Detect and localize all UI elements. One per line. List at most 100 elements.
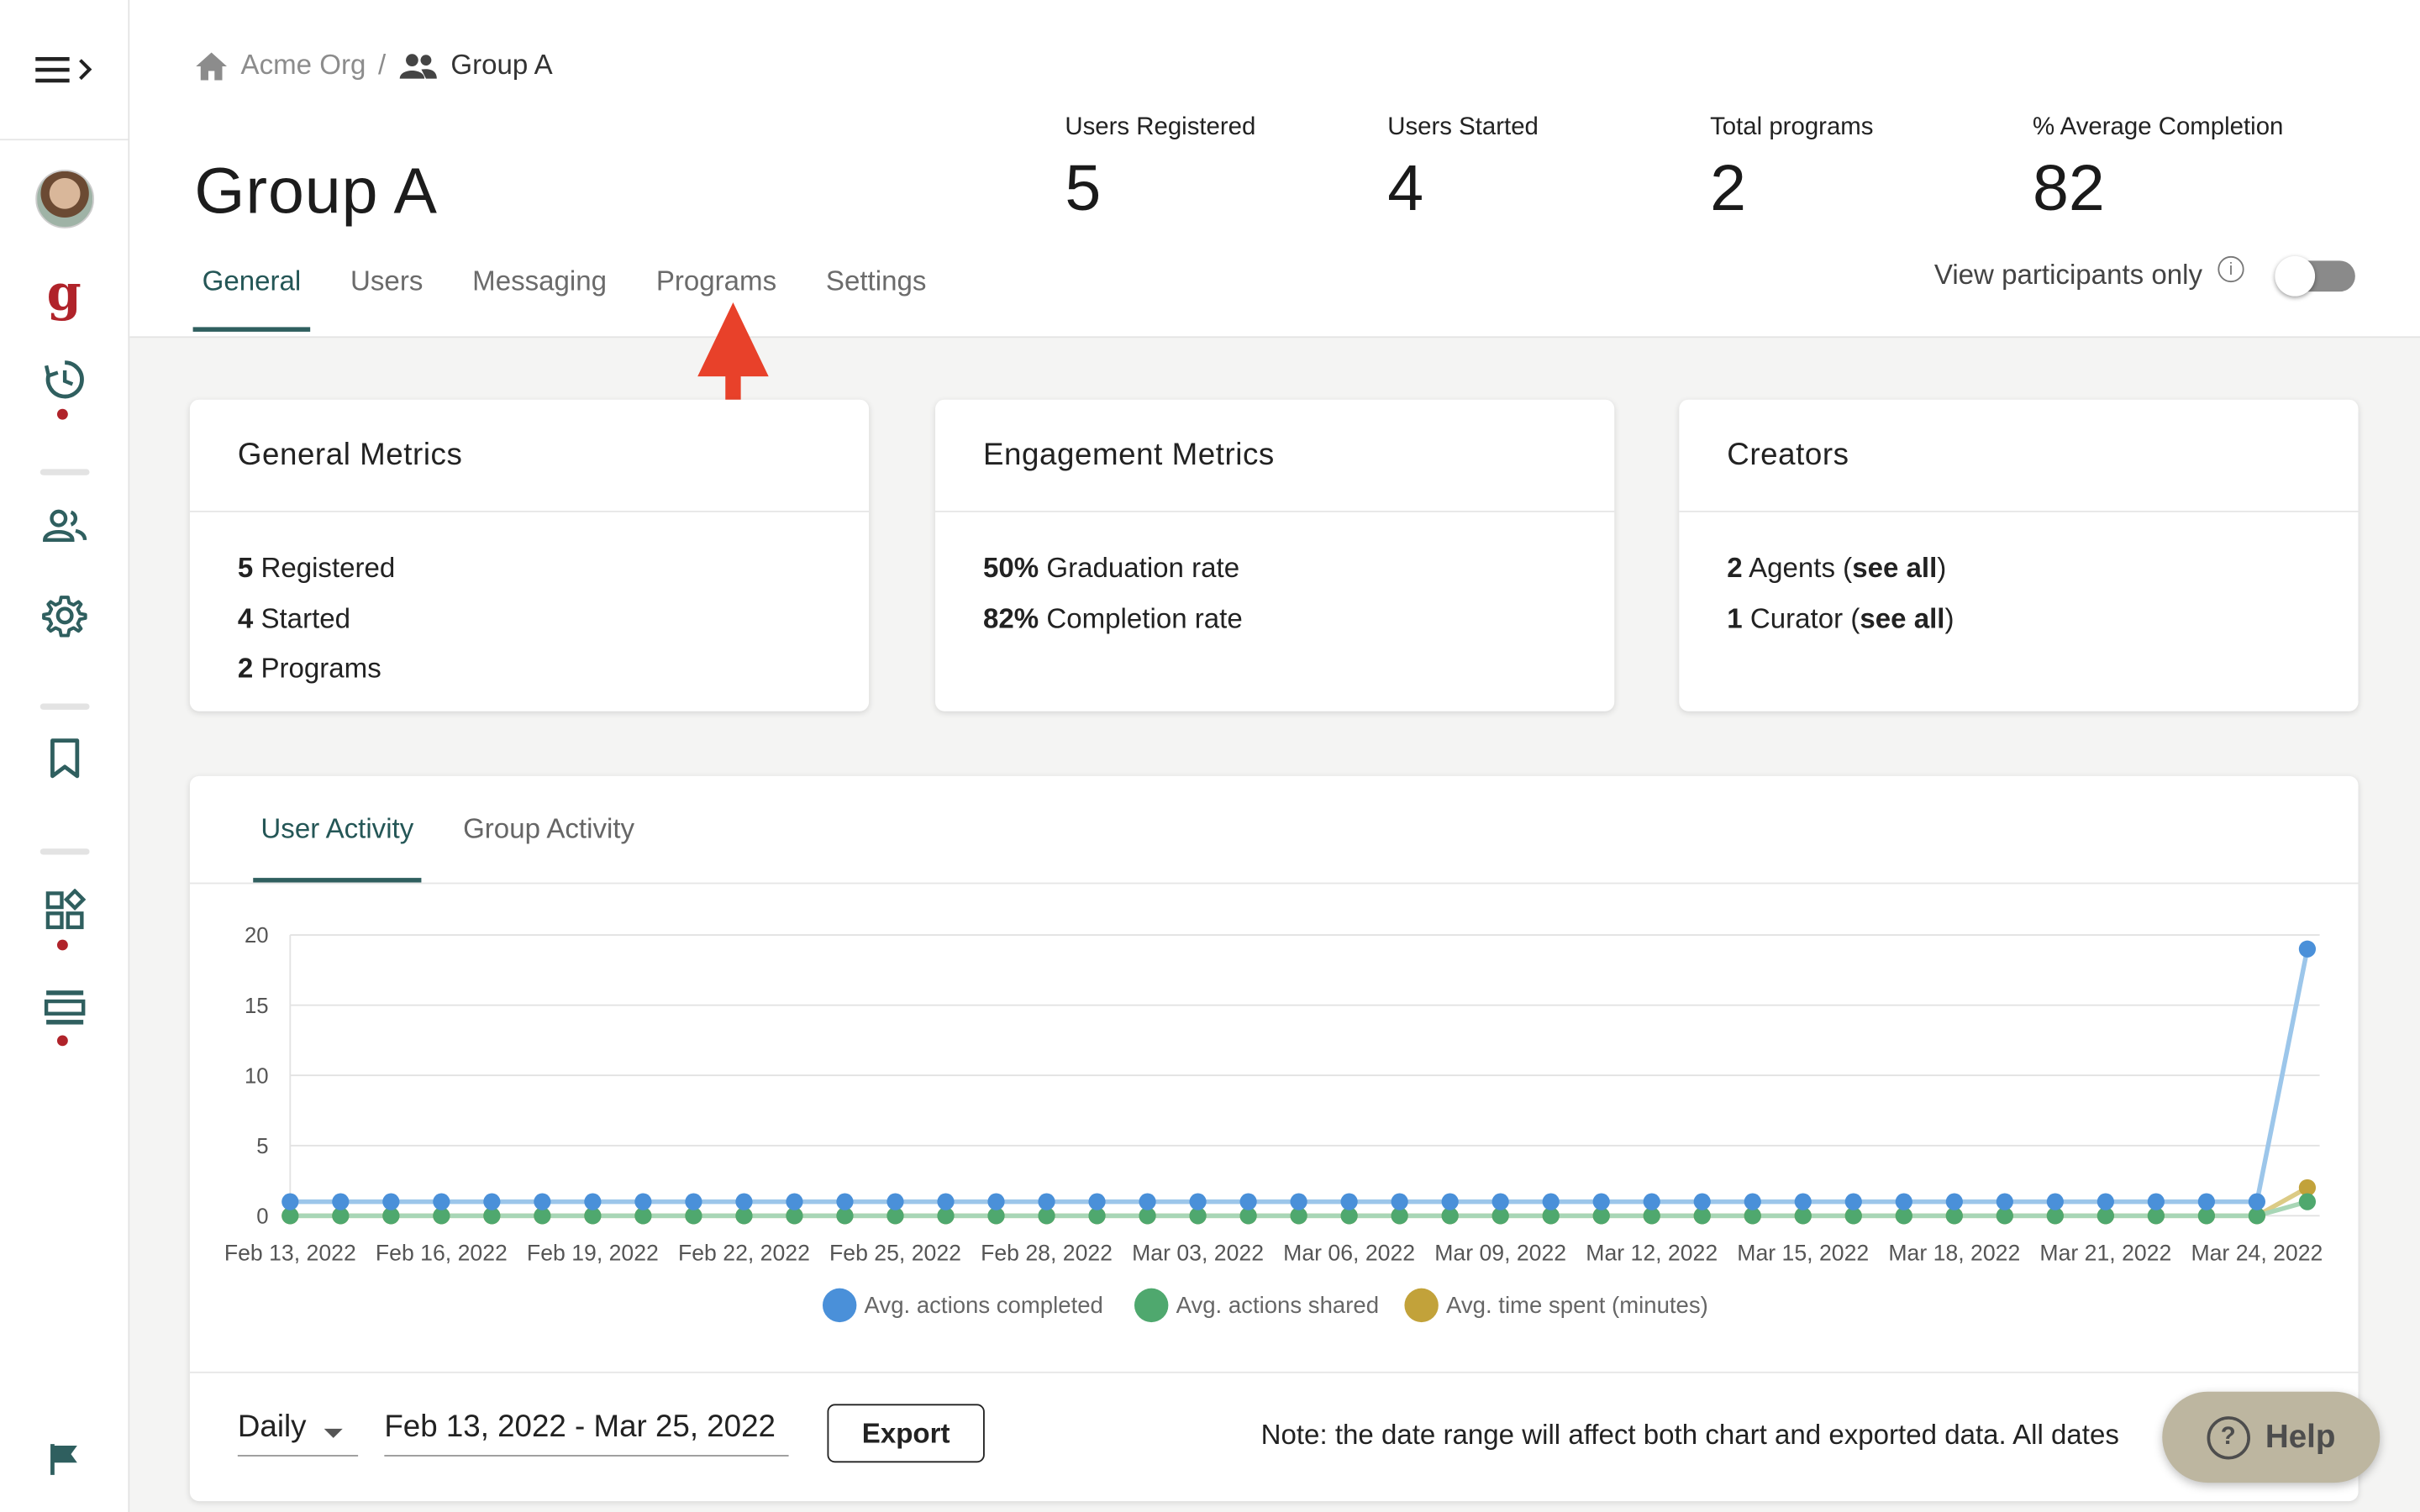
stat-average-completion: % Average Completion 82 — [2033, 114, 2283, 225]
y-tick-label: 5 — [256, 1135, 268, 1158]
tab-messaging[interactable]: Messaging — [463, 256, 616, 332]
y-tick-label: 15 — [245, 995, 269, 1018]
data-point — [2248, 1193, 2266, 1210]
y-tick-label: 20 — [245, 924, 269, 948]
legend-label: Avg. actions completed — [865, 1292, 1103, 1318]
sidebar-item-report[interactable] — [0, 1441, 128, 1478]
data-point — [1189, 1193, 1207, 1210]
legend-label: Avg. actions shared — [1176, 1292, 1379, 1318]
tab-settings[interactable]: Settings — [817, 256, 936, 332]
legend-swatch — [1404, 1288, 1439, 1323]
see-all-agents-link[interactable]: see all — [1852, 553, 1937, 584]
brand-logo-icon[interactable]: g — [47, 265, 82, 321]
data-point — [1441, 1193, 1459, 1210]
metric-row: 82% Completion rate — [983, 593, 1614, 643]
stat-value: 82 — [2032, 151, 2105, 224]
sidebar-item-settings[interactable] — [0, 592, 128, 638]
legend-label: Avg. time spent (minutes) — [1446, 1292, 1708, 1318]
x-tick-label: Mar 06, 2022 — [1283, 1241, 1415, 1266]
interval-select[interactable]: Daily — [237, 1410, 359, 1457]
activity-chart: 0 5 10 15 20 Feb 13, 2022 Feb 16, 2022 Feb 19, … — [224, 924, 2323, 1323]
data-point — [2298, 940, 2317, 958]
sidebar: g — [0, 0, 130, 1512]
avatar[interactable] — [34, 170, 94, 228]
data-point — [634, 1193, 652, 1210]
sidebar-item-brand[interactable]: g — [0, 265, 128, 321]
help-button[interactable]: ? Help — [2162, 1391, 2381, 1483]
tab-users[interactable]: Users — [341, 256, 432, 332]
widgets-icon[interactable] — [43, 888, 86, 932]
data-point — [2147, 1193, 2165, 1210]
page-title: Group A — [194, 154, 438, 227]
data-point — [2197, 1193, 2215, 1210]
data-point — [685, 1193, 702, 1210]
data-point — [1290, 1193, 1307, 1210]
toggle-knob[interactable] — [2275, 255, 2316, 296]
x-tick-label: Feb 28, 2022 — [981, 1241, 1113, 1266]
notification-dot — [56, 1035, 68, 1047]
data-point — [332, 1193, 350, 1210]
participants-toggle[interactable] — [2275, 255, 2355, 296]
page-tabs: General Users Messaging Programs Setting… — [192, 256, 967, 332]
legend-swatch — [822, 1288, 857, 1323]
metric-label: Registered — [253, 552, 396, 584]
general-metrics-card: General Metrics 5 Registered 4 Started 2… — [189, 399, 870, 711]
tab-user-activity[interactable]: User Activity — [253, 807, 422, 883]
paren: ) — [1937, 552, 1947, 584]
metric-number: 5 — [237, 552, 254, 584]
info-icon[interactable]: i — [2217, 255, 2244, 283]
metric-row: 4 Started — [238, 593, 869, 643]
data-point — [1542, 1193, 1560, 1210]
question-icon: ? — [2207, 1415, 2250, 1459]
sidebar-divider — [39, 703, 90, 710]
stat-users-registered: Users Registered 5 — [1065, 114, 1255, 225]
data-point — [987, 1193, 1005, 1210]
history-icon[interactable] — [43, 358, 86, 401]
sidebar-avatar[interactable] — [0, 170, 128, 228]
stat-value: 5 — [1065, 151, 1102, 224]
sidebar-item-widgets[interactable] — [0, 888, 128, 932]
interval-select-value: Daily — [237, 1410, 307, 1445]
card-body: 50% Graduation rate 82% Completion rate — [935, 512, 1614, 643]
sidebar-item-history[interactable] — [0, 358, 128, 401]
divider — [189, 882, 2359, 885]
export-button[interactable]: Export — [827, 1404, 985, 1463]
sidebar-item-groups[interactable] — [0, 506, 128, 546]
x-tick-label: Feb 16, 2022 — [376, 1241, 508, 1266]
breadcrumb-org-link[interactable]: Acme Org — [241, 50, 366, 82]
notification-dot — [56, 939, 68, 951]
creator-count: 2 — [1727, 552, 1743, 584]
stat-value: 2 — [1710, 151, 1747, 224]
y-tick-label: 0 — [256, 1205, 268, 1229]
data-point — [1895, 1193, 1912, 1210]
date-range-input[interactable]: Feb 13, 2022 - Mar 25, 2022 — [384, 1410, 789, 1457]
people-icon[interactable] — [41, 506, 87, 546]
sidebar-item-programs[interactable] — [0, 988, 128, 1028]
data-point — [584, 1193, 602, 1210]
stat-total-programs: Total programs 2 — [1710, 114, 1873, 225]
x-tick-label: Mar 18, 2022 — [1888, 1241, 2020, 1266]
card-title: Creators — [1679, 400, 2359, 512]
tab-general[interactable]: General — [192, 256, 311, 332]
sidebar-toggle[interactable] — [0, 0, 129, 141]
data-point — [382, 1193, 400, 1210]
view-list-icon[interactable] — [43, 988, 86, 1028]
data-point — [534, 1193, 551, 1210]
data-point — [1693, 1193, 1711, 1210]
menu-expand-icon[interactable] — [32, 54, 97, 85]
data-point — [281, 1193, 299, 1210]
metric-row: 5 Registered — [238, 543, 869, 594]
sidebar-item-bookmarks[interactable] — [0, 738, 128, 780]
tab-group-activity[interactable]: Group Activity — [455, 807, 642, 883]
bookmark-icon[interactable] — [47, 738, 81, 780]
gear-icon[interactable] — [41, 592, 87, 638]
see-all-curators-link[interactable]: see all — [1860, 602, 1944, 633]
data-point — [2298, 1193, 2317, 1210]
x-tick-label: Feb 25, 2022 — [829, 1241, 961, 1266]
flag-icon[interactable] — [45, 1441, 82, 1478]
creator-row: 1 Curator (see all) — [1727, 593, 2358, 643]
data-point — [2046, 1193, 2064, 1210]
home-icon[interactable] — [194, 50, 228, 81]
data-point — [433, 1193, 450, 1210]
stat-label: % Average Completion — [2032, 113, 2284, 141]
